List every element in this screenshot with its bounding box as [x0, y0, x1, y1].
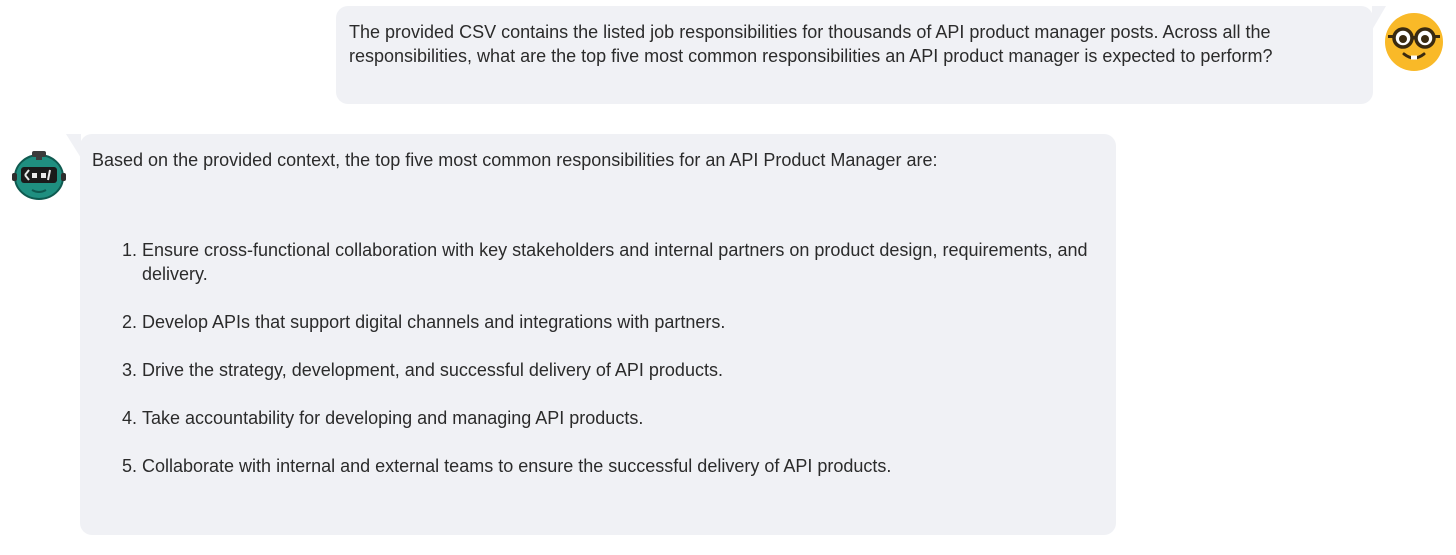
responsibilities-list: Ensure cross-functional collaboration wi…	[92, 238, 1096, 478]
list-item: Drive the strategy, development, and suc…	[142, 358, 1096, 382]
list-item: Take accountability for developing and m…	[142, 406, 1096, 430]
bot-message-bubble: Based on the provided context, the top f…	[66, 134, 1116, 535]
user-avatar[interactable]	[1384, 12, 1444, 72]
list-item: Develop APIs that support digital channe…	[142, 310, 1096, 334]
robot-avatar-icon	[12, 151, 66, 200]
nerd-face-emoji-icon	[1385, 13, 1443, 71]
user-message-bubble: The provided CSV contains the listed job…	[336, 6, 1386, 104]
list-item: Ensure cross-functional collaboration wi…	[142, 238, 1096, 286]
list-item: Collaborate with internal and external t…	[142, 454, 1096, 478]
bot-avatar[interactable]	[12, 150, 66, 200]
user-message-text: The provided CSV contains the listed job…	[349, 22, 1273, 66]
bot-message-intro: Based on the provided context, the top f…	[92, 150, 938, 170]
